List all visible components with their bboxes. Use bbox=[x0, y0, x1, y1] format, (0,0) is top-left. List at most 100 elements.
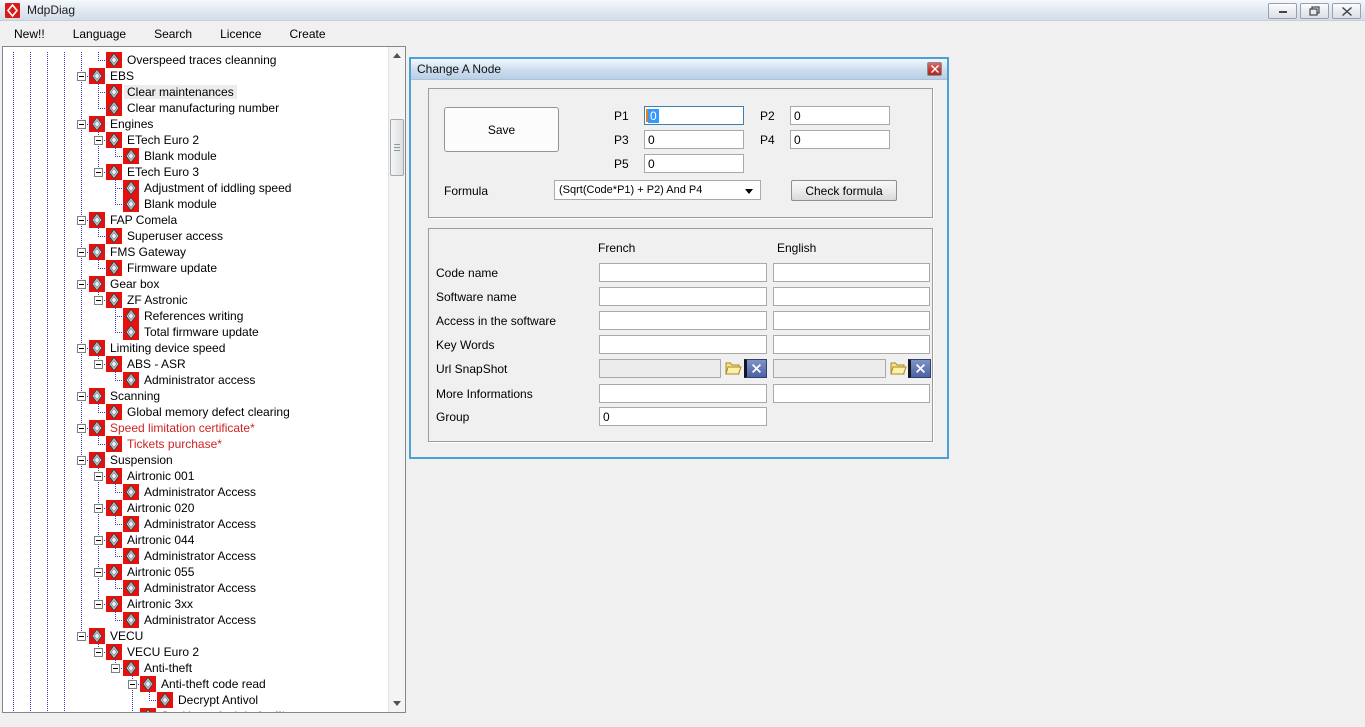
tree-item-label[interactable]: ABS - ASR bbox=[124, 357, 189, 371]
software-name-english-field[interactable] bbox=[773, 287, 930, 306]
tree-item[interactable]: Overspeed traces cleanning bbox=[3, 52, 388, 68]
tree-item[interactable]: Airtronic 044 bbox=[3, 532, 388, 548]
tree-item[interactable]: Clear maintenances bbox=[3, 84, 388, 100]
renault-diamond-icon[interactable] bbox=[106, 100, 122, 116]
tree-item-label[interactable]: Decrypt Antivol bbox=[175, 693, 261, 707]
tree-item-label[interactable]: Administrator Access bbox=[141, 613, 259, 627]
clear-snapshot-button-french[interactable] bbox=[744, 359, 767, 378]
code-name-french-field[interactable] bbox=[599, 263, 767, 282]
renault-diamond-icon[interactable] bbox=[89, 212, 105, 228]
expand-collapse-box[interactable] bbox=[94, 568, 103, 577]
tree-item-label[interactable]: Administrator Access bbox=[141, 549, 259, 563]
tree-item-label[interactable]: FMS Gateway bbox=[107, 245, 189, 259]
scrollbar-thumb[interactable] bbox=[390, 119, 404, 176]
tree-scrollbar[interactable] bbox=[388, 47, 405, 712]
renault-diamond-icon[interactable] bbox=[123, 308, 139, 324]
tree-item[interactable]: Clear manufacturing number bbox=[3, 100, 388, 116]
more-informations-french-field[interactable] bbox=[599, 384, 767, 403]
software-name-french-field[interactable] bbox=[599, 287, 767, 306]
scroll-up-button[interactable] bbox=[389, 47, 405, 64]
expand-collapse-box[interactable] bbox=[94, 536, 103, 545]
renault-diamond-icon[interactable] bbox=[89, 244, 105, 260]
tree-item-label[interactable]: Scanning bbox=[107, 389, 163, 403]
tree-item[interactable]: Airtronic 020 bbox=[3, 500, 388, 516]
tree-item[interactable]: ZF Astronic bbox=[3, 292, 388, 308]
tree-item[interactable]: ETech Euro 2 bbox=[3, 132, 388, 148]
expand-collapse-box[interactable] bbox=[77, 216, 86, 225]
renault-diamond-icon[interactable] bbox=[123, 484, 139, 500]
tree-item-label[interactable]: Set Unset Anti-theft off* bbox=[158, 709, 289, 712]
tree-item-label[interactable]: ETech Euro 2 bbox=[124, 133, 202, 147]
renault-diamond-icon[interactable] bbox=[89, 276, 105, 292]
tree-item-label[interactable]: Clear maintenances bbox=[124, 85, 237, 99]
renault-diamond-icon[interactable] bbox=[89, 68, 105, 84]
tree-item[interactable]: FAP Comela bbox=[3, 212, 388, 228]
tree-item[interactable]: VECU Euro 2 bbox=[3, 644, 388, 660]
renault-diamond-icon[interactable] bbox=[157, 692, 173, 708]
expand-collapse-box[interactable] bbox=[77, 456, 86, 465]
restore-button[interactable] bbox=[1300, 3, 1329, 19]
tree-item-label[interactable]: Administrator Access bbox=[141, 581, 259, 595]
renault-diamond-icon[interactable] bbox=[89, 116, 105, 132]
tree-item[interactable]: EBS bbox=[3, 68, 388, 84]
tree-item[interactable]: VECU bbox=[3, 628, 388, 644]
renault-diamond-icon[interactable] bbox=[106, 500, 122, 516]
browse-folder-button-french[interactable] bbox=[725, 360, 742, 376]
expand-collapse-box[interactable] bbox=[77, 392, 86, 401]
renault-diamond-icon[interactable] bbox=[123, 548, 139, 564]
tree-item-label[interactable]: Administrator Access bbox=[141, 517, 259, 531]
renault-diamond-icon[interactable] bbox=[123, 612, 139, 628]
tree-item-label[interactable]: Firmware update bbox=[124, 261, 220, 275]
tree-item[interactable]: Decrypt Antivol bbox=[3, 692, 388, 708]
renault-diamond-icon[interactable] bbox=[89, 340, 105, 356]
close-button[interactable] bbox=[1332, 3, 1361, 19]
tree-item-label[interactable]: Airtronic 055 bbox=[124, 565, 197, 579]
tree-item-label[interactable]: Blank module bbox=[141, 197, 220, 211]
p5-field[interactable] bbox=[644, 154, 744, 173]
check-formula-button[interactable]: Check formula bbox=[791, 180, 897, 201]
tree-item[interactable]: Gear box bbox=[3, 276, 388, 292]
tree-item-label[interactable]: Anti-theft code read bbox=[158, 677, 269, 691]
tree-item[interactable]: Tickets purchase* bbox=[3, 436, 388, 452]
tree-item-label[interactable]: ETech Euro 3 bbox=[124, 165, 202, 179]
renault-diamond-icon[interactable] bbox=[106, 164, 122, 180]
tree-item[interactable]: Adjustment of iddling speed bbox=[3, 180, 388, 196]
expand-collapse-box[interactable] bbox=[94, 136, 103, 145]
tree-item[interactable]: Suspension bbox=[3, 452, 388, 468]
key-words-english-field[interactable] bbox=[773, 335, 930, 354]
minimize-button[interactable] bbox=[1268, 3, 1297, 19]
renault-diamond-icon[interactable] bbox=[89, 452, 105, 468]
tree-item[interactable]: ABS - ASR bbox=[3, 356, 388, 372]
key-words-french-field[interactable] bbox=[599, 335, 767, 354]
expand-collapse-box[interactable] bbox=[94, 360, 103, 369]
tree-item-label[interactable]: Gear box bbox=[107, 277, 162, 291]
group-field[interactable] bbox=[599, 407, 767, 426]
menu-search[interactable]: Search bbox=[140, 23, 206, 45]
tree-item-label[interactable]: Administrator Access bbox=[141, 485, 259, 499]
tree-item-label[interactable]: Engines bbox=[107, 117, 156, 131]
scroll-down-button[interactable] bbox=[389, 695, 405, 712]
dialog-close-button[interactable] bbox=[927, 62, 942, 76]
renault-diamond-icon[interactable] bbox=[106, 292, 122, 308]
code-name-english-field[interactable] bbox=[773, 263, 930, 282]
menu-create[interactable]: Create bbox=[275, 23, 339, 45]
tree-item[interactable]: Airtronic 055 bbox=[3, 564, 388, 580]
tree-item[interactable]: Administrator Access bbox=[3, 612, 388, 628]
renault-diamond-icon[interactable] bbox=[89, 420, 105, 436]
renault-diamond-icon[interactable] bbox=[89, 388, 105, 404]
tree-item-label[interactable]: Administrator access bbox=[141, 373, 258, 387]
browse-folder-button-english[interactable] bbox=[890, 360, 907, 376]
tree-item[interactable]: Set Unset Anti-theft off* bbox=[3, 708, 388, 712]
tree-item-label[interactable]: Tickets purchase* bbox=[124, 437, 225, 451]
p4-field[interactable] bbox=[790, 130, 890, 149]
save-button[interactable]: Save bbox=[444, 107, 559, 152]
renault-diamond-icon[interactable] bbox=[106, 596, 122, 612]
renault-diamond-icon[interactable] bbox=[123, 196, 139, 212]
tree-item-label[interactable]: VECU bbox=[107, 629, 146, 643]
expand-collapse-box[interactable] bbox=[94, 648, 103, 657]
tree-item-label[interactable]: EBS bbox=[107, 69, 137, 83]
tree-item[interactable]: Airtronic 001 bbox=[3, 468, 388, 484]
p3-field[interactable] bbox=[644, 130, 744, 149]
expand-collapse-box[interactable] bbox=[77, 248, 86, 257]
tree-item-label[interactable]: Global memory defect clearing bbox=[124, 405, 293, 419]
